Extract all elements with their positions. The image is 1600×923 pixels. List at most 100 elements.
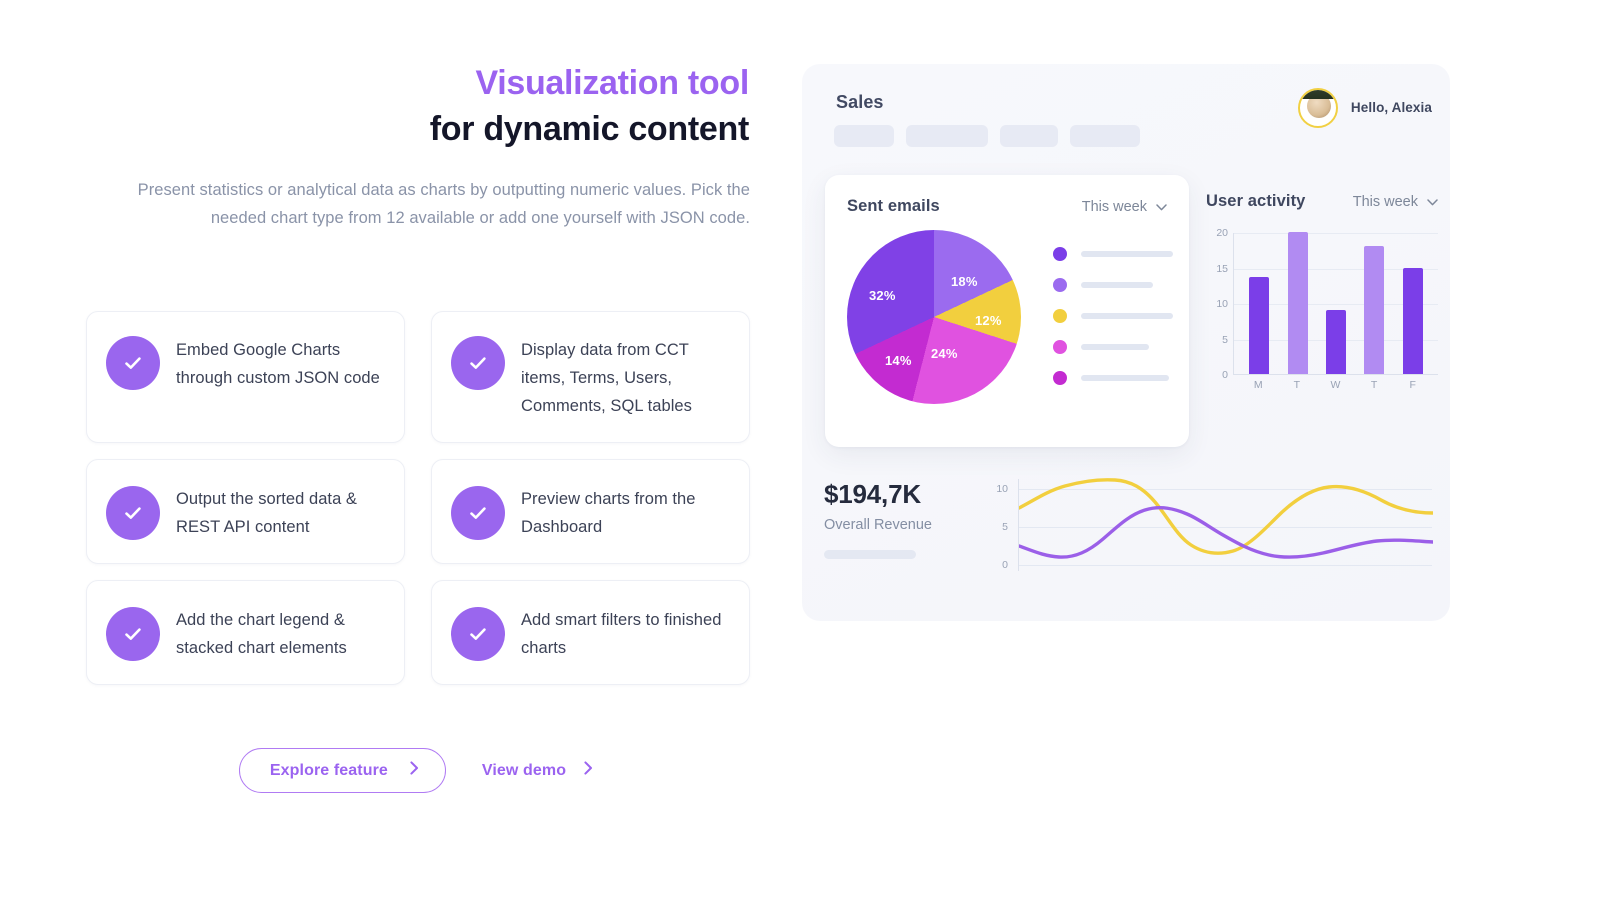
- x-tick-label: M: [1253, 379, 1263, 391]
- bar-w: [1325, 310, 1346, 374]
- headline-line-accent: Visualization tool: [475, 64, 749, 102]
- check-icon: [451, 606, 505, 661]
- page-root: Visualization tool for dynamic content P…: [0, 0, 1600, 923]
- pie-legend: [1053, 247, 1173, 402]
- pie-slice-label: 12%: [975, 313, 1002, 328]
- bar-t1: [1287, 232, 1308, 374]
- y-tick-label: 10: [1216, 298, 1228, 310]
- legend-color-dot: [1053, 309, 1067, 323]
- nav-pill-placeholder[interactable]: [1000, 125, 1058, 147]
- user-activity-chart: 20 15 10 5 0 M T W T F: [1206, 227, 1438, 391]
- dashboard-preview-panel: Sales Hello, Alexia User activity This w…: [802, 64, 1450, 621]
- user-activity-period-label: This week: [1352, 194, 1418, 210]
- feature-card-label: Output the sorted data & REST API conten…: [176, 489, 357, 536]
- headline-line-dark: for dynamic content: [429, 110, 750, 148]
- bar-t2: [1364, 246, 1385, 374]
- feature-card-label: Display data from CCT items, Terms, User…: [521, 341, 692, 415]
- legend-label-placeholder: [1081, 251, 1173, 257]
- user-greeting[interactable]: Hello, Alexia: [1297, 88, 1432, 128]
- user-activity-title: User activity: [1206, 192, 1306, 210]
- x-tick-label: T: [1293, 379, 1301, 391]
- sent-emails-header: Sent emails This week: [825, 175, 1189, 216]
- dashboard-title: Sales: [836, 92, 884, 112]
- feature-card-label: Add the chart legend & stacked chart ele…: [176, 610, 347, 657]
- overall-revenue-widget: $194,7K Overall Revenue: [824, 479, 964, 559]
- user-activity-header: User activity This week: [1206, 192, 1438, 211]
- avatar[interactable]: [1297, 88, 1338, 128]
- legend-item: [1053, 309, 1173, 323]
- legend-color-dot: [1053, 371, 1067, 385]
- page-title: Visualization tool for dynamic content: [86, 60, 750, 152]
- legend-label-placeholder: [1081, 282, 1153, 288]
- revenue-line-chart: 10 5 0: [982, 478, 1433, 584]
- sent-emails-pie-chart: 18% 12% 24% 14% 32%: [847, 230, 1021, 404]
- nav-pill-placeholder[interactable]: [834, 125, 894, 147]
- feature-card: Display data from CCT items, Terms, User…: [431, 311, 750, 443]
- legend-item: [1053, 371, 1173, 385]
- y-tick-label: 0: [1002, 559, 1008, 571]
- feature-card: Add smart filters to finished charts: [431, 580, 750, 685]
- pie-slice-label: 32%: [869, 288, 896, 303]
- pie-slice-label: 14%: [885, 353, 912, 368]
- nav-pill-placeholder[interactable]: [906, 125, 988, 147]
- dashboard-nav-placeholders: [834, 125, 1140, 147]
- feature-card: Output the sorted data & REST API conten…: [86, 459, 405, 564]
- legend-color-dot: [1053, 247, 1067, 261]
- explore-feature-button[interactable]: Explore feature: [238, 748, 446, 793]
- chevron-down-icon: [1427, 194, 1438, 210]
- check-icon: [106, 336, 160, 390]
- legend-item: [1053, 340, 1173, 354]
- legend-label-placeholder: [1081, 313, 1173, 319]
- explore-feature-label: Explore feature: [269, 761, 388, 779]
- y-tick-label: 5: [1222, 333, 1228, 346]
- sent-emails-card: Sent emails This week 18% 12% 24% 14% 32…: [825, 175, 1189, 447]
- check-icon: [106, 485, 160, 540]
- line-chart-plot-area: [1018, 478, 1433, 571]
- bar-chart-y-axis: 20 15 10 5 0: [1206, 227, 1228, 381]
- bar-chart-x-axis: M T W T F: [1233, 379, 1438, 391]
- bar-chart-plot-area: [1233, 232, 1438, 375]
- y-tick-label: 0: [1222, 369, 1228, 381]
- user-activity-period-dropdown[interactable]: This week: [1353, 194, 1438, 210]
- feature-card: Add the chart legend & stacked chart ele…: [86, 580, 405, 685]
- greeting-name: Hello, Alexia: [1350, 100, 1432, 115]
- x-tick-label: W: [1330, 379, 1341, 391]
- chevron-down-icon: [1156, 199, 1167, 215]
- greeting-text-block: Hello, Alexia: [1351, 99, 1432, 117]
- pie-slice-label: 18%: [951, 274, 978, 289]
- chevron-right-icon: [584, 761, 593, 780]
- sent-emails-period-label: This week: [1081, 198, 1147, 215]
- line-series-svg: [1019, 478, 1433, 559]
- purple-line-series: [1019, 506, 1433, 559]
- pie-slice-label: 24%: [931, 346, 958, 361]
- revenue-label: Overall Revenue: [824, 517, 932, 533]
- legend-item: [1053, 247, 1173, 261]
- bar-f: [1402, 267, 1423, 374]
- chevron-right-icon: [410, 761, 419, 780]
- legend-color-dot: [1053, 278, 1067, 292]
- legend-label-placeholder: [1081, 344, 1149, 350]
- y-tick-label: 5: [1002, 521, 1008, 533]
- view-demo-button[interactable]: View demo: [478, 749, 597, 792]
- feature-card-grid: Embed Google Charts through custom JSON …: [86, 311, 750, 685]
- x-tick-label: F: [1409, 379, 1416, 391]
- feature-card-label: Add smart filters to finished charts: [521, 610, 722, 657]
- x-tick-label: T: [1370, 379, 1378, 391]
- legend-color-dot: [1053, 340, 1067, 354]
- check-icon: [451, 336, 505, 390]
- revenue-amount: $194,7K: [824, 479, 921, 509]
- legend-item: [1053, 278, 1173, 292]
- feature-card: Preview charts from the Dashboard: [431, 459, 750, 564]
- check-icon: [451, 485, 505, 540]
- sent-emails-period-dropdown[interactable]: This week: [1082, 199, 1167, 215]
- feature-card-label: Embed Google Charts through custom JSON …: [176, 341, 380, 387]
- user-activity-widget: User activity This week 20 15 10 5 0 M T…: [1206, 192, 1441, 391]
- nav-pill-placeholder[interactable]: [1070, 125, 1140, 147]
- bar-series: [1234, 232, 1438, 374]
- hero-subcopy: Present statistics or analytical data as…: [137, 181, 750, 227]
- sent-emails-title: Sent emails: [847, 197, 940, 215]
- feature-card-label: Preview charts from the Dashboard: [521, 489, 696, 536]
- check-icon: [106, 606, 160, 661]
- y-tick-label: 15: [1216, 262, 1228, 275]
- feature-card: Embed Google Charts through custom JSON …: [86, 311, 405, 443]
